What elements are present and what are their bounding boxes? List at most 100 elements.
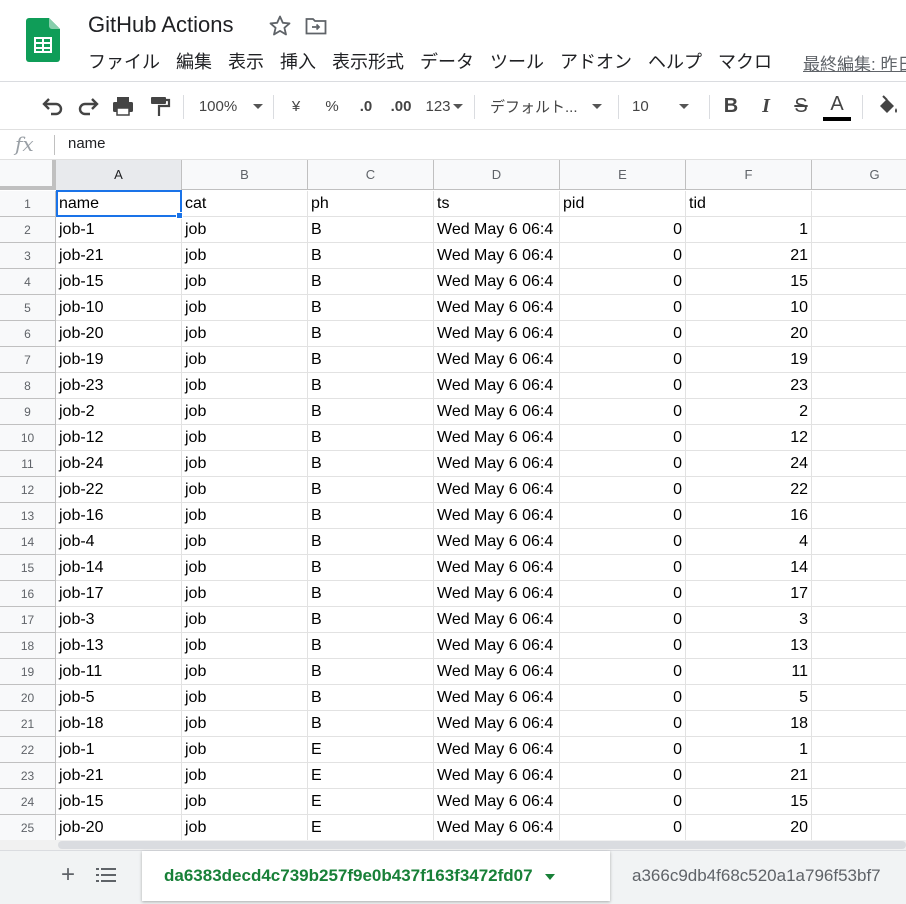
row-header[interactable]: 8 [0, 373, 56, 399]
cell-name[interactable]: job-4 [56, 529, 182, 555]
italic-button[interactable]: I [755, 92, 777, 120]
move-to-folder-icon[interactable] [305, 16, 327, 36]
cell-ts[interactable]: Wed May 6 06:4 [434, 243, 560, 269]
cell-name[interactable]: job-21 [56, 763, 182, 789]
cell-tid[interactable]: 14 [686, 555, 812, 581]
cell-name[interactable]: job-12 [56, 425, 182, 451]
cell-ts[interactable]: Wed May 6 06:4 [434, 399, 560, 425]
cell-name[interactable]: job-20 [56, 321, 182, 347]
sheet-tab-active[interactable]: da6383decd4c739b257f9e0b437f163f3472fd07 [142, 851, 610, 901]
row-header[interactable]: 13 [0, 503, 56, 529]
menu-format[interactable]: 表示形式 [324, 50, 412, 76]
row-header[interactable]: 20 [0, 685, 56, 711]
cell-g[interactable] [812, 425, 906, 451]
cell-g[interactable] [812, 815, 906, 840]
menu-file[interactable]: ファイル [80, 50, 168, 76]
cell-ph[interactable]: B [308, 555, 434, 581]
increase-decimal-button[interactable]: .00 [388, 92, 414, 120]
cell-ph[interactable]: B [308, 217, 434, 243]
cell-pid[interactable]: 0 [560, 789, 686, 815]
cell-cat[interactable]: job [182, 633, 308, 659]
cell-ts[interactable]: Wed May 6 06:4 [434, 217, 560, 243]
cell-g[interactable] [812, 295, 906, 321]
cell-g[interactable] [812, 763, 906, 789]
cell-pid[interactable]: 0 [560, 659, 686, 685]
menu-macros[interactable]: マクロ [710, 50, 780, 76]
cell-pid[interactable]: 0 [560, 347, 686, 373]
cell-ts[interactable]: Wed May 6 06:4 [434, 321, 560, 347]
cell-ph[interactable]: E [308, 789, 434, 815]
cell-name[interactable]: job-1 [56, 217, 182, 243]
row-header[interactable]: 14 [0, 529, 56, 555]
cell-tid[interactable]: 21 [686, 763, 812, 789]
cell-ph[interactable]: B [308, 685, 434, 711]
spreadsheet-grid[interactable]: A B C D E F G 1 name cat ph ts pid tid 2 job-1 jo… [0, 160, 906, 840]
cell-cat[interactable]: job [182, 581, 308, 607]
cell-g[interactable] [812, 191, 906, 217]
cell-ts[interactable]: Wed May 6 06:4 [434, 451, 560, 477]
cell-ts[interactable]: Wed May 6 06:4 [434, 659, 560, 685]
cell-tid[interactable]: 24 [686, 451, 812, 477]
row-header[interactable]: 23 [0, 763, 56, 789]
cell-ph[interactable]: B [308, 711, 434, 737]
cell-tid[interactable]: 4 [686, 529, 812, 555]
row-header[interactable]: 1 [0, 191, 56, 217]
cell-ph[interactable]: E [308, 763, 434, 789]
select-all-corner[interactable] [0, 160, 56, 190]
cell-ph[interactable]: B [308, 529, 434, 555]
column-header-g[interactable]: G [812, 160, 906, 190]
cell-pid[interactable]: 0 [560, 633, 686, 659]
cell-cat[interactable]: job [182, 607, 308, 633]
cell-g[interactable] [812, 217, 906, 243]
menu-edit[interactable]: 編集 [168, 50, 220, 76]
cell-tid[interactable]: 5 [686, 685, 812, 711]
cell-name[interactable]: job-15 [56, 269, 182, 295]
cell-g[interactable] [812, 243, 906, 269]
cell-g[interactable] [812, 529, 906, 555]
decrease-decimal-button[interactable]: .0 [354, 92, 378, 120]
cell-tid[interactable]: 16 [686, 503, 812, 529]
cell-pid[interactable]: 0 [560, 373, 686, 399]
row-header[interactable]: 3 [0, 243, 56, 269]
cell-pid[interactable]: 0 [560, 217, 686, 243]
cell-g[interactable] [812, 477, 906, 503]
column-header-c[interactable]: C [308, 160, 434, 190]
row-header[interactable]: 25 [0, 815, 56, 840]
cell-tid[interactable]: 18 [686, 711, 812, 737]
cell-g[interactable] [812, 373, 906, 399]
row-header[interactable]: 24 [0, 789, 56, 815]
column-header-a[interactable]: A [56, 160, 182, 190]
cell-ph[interactable]: B [308, 295, 434, 321]
cell-name[interactable]: job-5 [56, 685, 182, 711]
cell-name[interactable]: job-17 [56, 581, 182, 607]
cell-tid[interactable]: 20 [686, 815, 812, 840]
cell-ph[interactable]: B [308, 633, 434, 659]
formula-input[interactable]: name [68, 135, 106, 152]
cell-cat[interactable]: cat [182, 191, 308, 217]
cell-tid[interactable]: tid [686, 191, 812, 217]
font-size-select[interactable]: 10 [632, 92, 700, 120]
cell-g[interactable] [812, 737, 906, 763]
undo-icon[interactable] [40, 92, 66, 120]
cell-cat[interactable]: job [182, 763, 308, 789]
row-header[interactable]: 6 [0, 321, 56, 347]
cell-tid[interactable]: 19 [686, 347, 812, 373]
cell-tid[interactable]: 13 [686, 633, 812, 659]
cell-tid[interactable]: 10 [686, 295, 812, 321]
currency-button[interactable]: ¥ [286, 92, 306, 120]
cell-cat[interactable]: job [182, 451, 308, 477]
row-header[interactable]: 17 [0, 607, 56, 633]
cell-ts[interactable]: Wed May 6 06:4 [434, 763, 560, 789]
cell-tid[interactable]: 23 [686, 373, 812, 399]
cell-ts[interactable]: Wed May 6 06:4 [434, 347, 560, 373]
cell-pid[interactable]: 0 [560, 399, 686, 425]
cell-pid[interactable]: 0 [560, 711, 686, 737]
row-header[interactable]: 12 [0, 477, 56, 503]
row-header[interactable]: 22 [0, 737, 56, 763]
cell-ts[interactable]: Wed May 6 06:4 [434, 373, 560, 399]
cell-pid[interactable]: 0 [560, 555, 686, 581]
cell-pid[interactable]: 0 [560, 321, 686, 347]
cell-name[interactable]: job-19 [56, 347, 182, 373]
cell-pid[interactable]: 0 [560, 503, 686, 529]
cell-pid[interactable]: 0 [560, 737, 686, 763]
